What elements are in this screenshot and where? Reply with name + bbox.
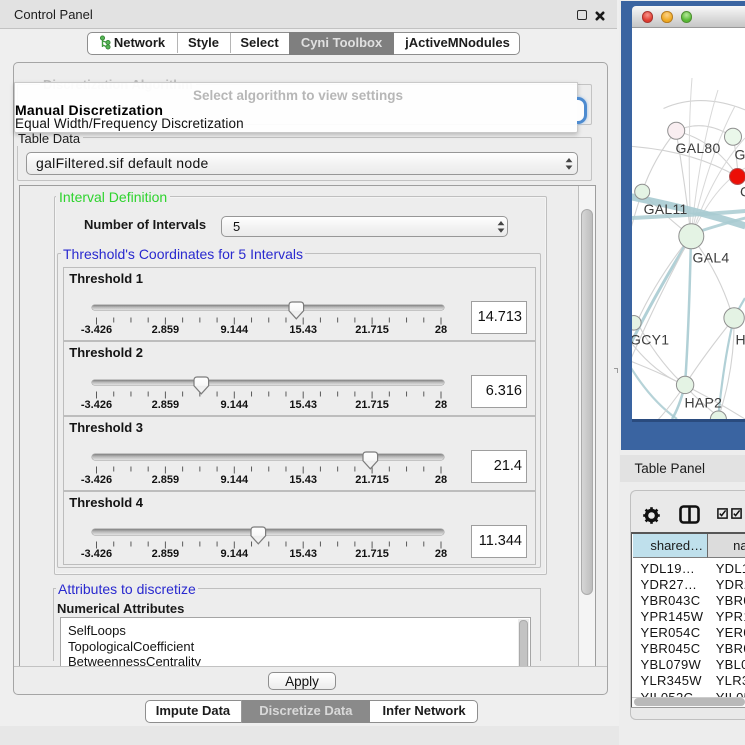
svg-text:GAL4: GAL4 — [692, 249, 729, 265]
svg-text:HAP2: HAP2 — [684, 394, 722, 410]
svg-text:GAL80: GAL80 — [675, 140, 720, 156]
svg-text:G.: G. — [734, 146, 745, 162]
svg-text:C: C — [740, 183, 745, 199]
svg-text:H: H — [735, 331, 745, 347]
svg-text:GCY1: GCY1 — [632, 331, 669, 347]
svg-text:GAL11: GAL11 — [643, 201, 687, 217]
